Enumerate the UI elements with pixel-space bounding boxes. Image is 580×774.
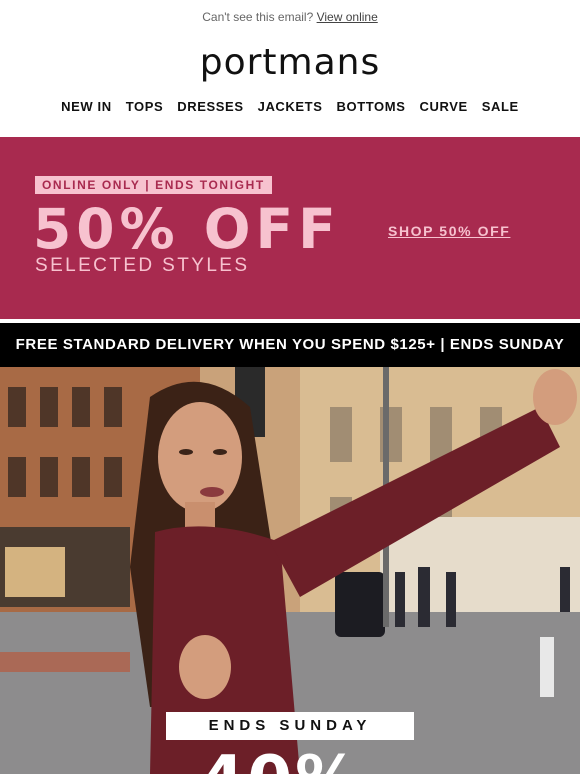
promo-tag: ONLINE ONLY | ENDS TONIGHT: [35, 176, 272, 194]
nav-bottoms[interactable]: BOTTOMS: [337, 99, 406, 114]
nav-curve[interactable]: CURVE: [419, 99, 467, 114]
promo-headline: 50% OFF: [33, 197, 341, 261]
main-nav: NEW IN TOPS DRESSES JACKETS BOTTOMS CURV…: [0, 99, 580, 114]
nav-dresses[interactable]: DRESSES: [177, 99, 243, 114]
ends-sunday-badge: ENDS SUNDAY: [166, 712, 414, 740]
hero-image[interactable]: ENDS SUNDAY 40%: [0, 367, 580, 774]
nav-new-in[interactable]: NEW IN: [61, 99, 112, 114]
promo-banner[interactable]: ONLINE ONLY | ENDS TONIGHT 50% OFF SELEC…: [0, 137, 580, 319]
nav-jackets[interactable]: JACKETS: [258, 99, 323, 114]
nav-tops[interactable]: TOPS: [126, 99, 164, 114]
hero-percentage: 40%: [200, 748, 362, 774]
preheader: Can't see this email? View online: [0, 10, 580, 24]
view-online-link[interactable]: View online: [317, 10, 378, 24]
brand-logo[interactable]: portmans: [0, 42, 580, 83]
preheader-text: Can't see this email?: [202, 10, 314, 24]
promo-subline: SELECTED STYLES: [35, 255, 250, 276]
nav-sale[interactable]: SALE: [482, 99, 519, 114]
shop-50-off-link[interactable]: SHOP 50% OFF: [388, 223, 510, 239]
delivery-banner[interactable]: FREE STANDARD DELIVERY WHEN YOU SPEND $1…: [0, 323, 580, 367]
